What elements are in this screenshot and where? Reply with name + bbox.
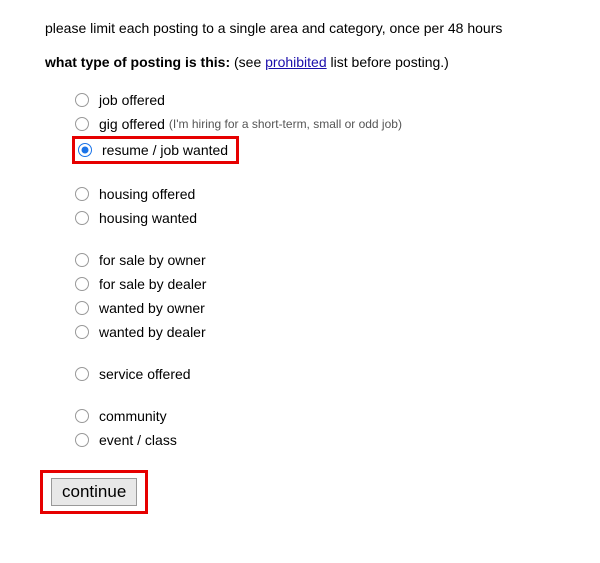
option-label: service offered — [99, 364, 191, 384]
radio-icon[interactable] — [75, 187, 89, 201]
option-job-offered[interactable]: job offered — [75, 88, 555, 112]
radio-icon[interactable] — [75, 433, 89, 447]
option-group-community: community event / class — [75, 404, 555, 452]
highlight-continue: continue — [40, 470, 148, 514]
option-label: resume / job wanted — [102, 140, 228, 160]
option-group-housing: housing offered housing wanted — [75, 182, 555, 230]
question-bold: what type of posting is this: — [45, 54, 230, 70]
question-line: what type of posting is this: (see prohi… — [45, 54, 555, 70]
posting-type-options: job offered gig offered (I'm hiring for … — [45, 88, 555, 452]
radio-icon[interactable] — [75, 301, 89, 315]
option-label: community — [99, 406, 167, 426]
option-label: wanted by dealer — [99, 322, 206, 342]
option-housing-wanted[interactable]: housing wanted — [75, 206, 555, 230]
continue-wrapper: continue — [40, 470, 555, 514]
option-label: event / class — [99, 430, 177, 450]
option-sublabel: (I'm hiring for a short-term, small or o… — [169, 114, 402, 134]
option-group-jobs: job offered gig offered (I'm hiring for … — [75, 88, 555, 164]
option-service-offered[interactable]: service offered — [75, 362, 555, 386]
radio-icon[interactable] — [75, 325, 89, 339]
option-resume-job-wanted[interactable]: resume / job wanted — [75, 140, 228, 160]
radio-icon[interactable] — [75, 253, 89, 267]
option-label: job offered — [99, 90, 165, 110]
option-gig-offered[interactable]: gig offered (I'm hiring for a short-term… — [75, 112, 555, 136]
option-event-class[interactable]: event / class — [75, 428, 555, 452]
option-wanted-by-dealer[interactable]: wanted by dealer — [75, 320, 555, 344]
option-wanted-by-owner[interactable]: wanted by owner — [75, 296, 555, 320]
option-label: for sale by owner — [99, 250, 206, 270]
option-label: gig offered — [99, 114, 165, 134]
radio-icon[interactable] — [78, 143, 92, 157]
question-mid: (see — [230, 54, 265, 70]
option-group-sale: for sale by owner for sale by dealer wan… — [75, 248, 555, 344]
option-for-sale-by-owner[interactable]: for sale by owner — [75, 248, 555, 272]
option-label: wanted by owner — [99, 298, 205, 318]
highlight-resume-job-wanted: resume / job wanted — [72, 136, 239, 164]
radio-icon[interactable] — [75, 367, 89, 381]
option-group-service: service offered — [75, 362, 555, 386]
radio-icon[interactable] — [75, 409, 89, 423]
radio-icon[interactable] — [75, 93, 89, 107]
option-label: housing offered — [99, 184, 195, 204]
radio-icon[interactable] — [75, 277, 89, 291]
option-label: for sale by dealer — [99, 274, 206, 294]
intro-text: please limit each posting to a single ar… — [45, 20, 555, 36]
option-community[interactable]: community — [75, 404, 555, 428]
continue-button[interactable]: continue — [51, 478, 137, 506]
option-for-sale-by-dealer[interactable]: for sale by dealer — [75, 272, 555, 296]
option-housing-offered[interactable]: housing offered — [75, 182, 555, 206]
radio-icon[interactable] — [75, 117, 89, 131]
option-label: housing wanted — [99, 208, 197, 228]
radio-icon[interactable] — [75, 211, 89, 225]
question-suffix: list before posting.) — [327, 54, 449, 70]
prohibited-link[interactable]: prohibited — [265, 54, 327, 70]
